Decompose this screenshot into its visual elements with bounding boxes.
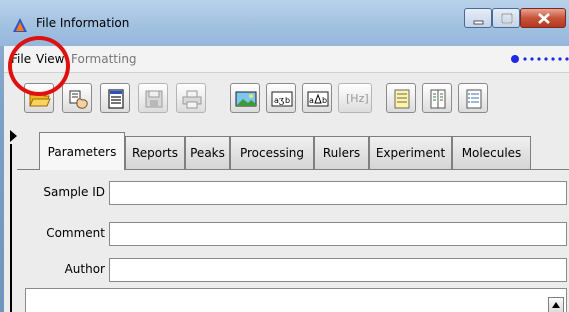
browse-button[interactable]: [62, 83, 92, 113]
window-client: File View Formatting a ʒ b a b [Hz] Para…: [4, 46, 569, 312]
expand-arrow-icon[interactable]: [10, 130, 17, 142]
landscape-image-icon: [235, 91, 257, 107]
tab-rulers[interactable]: Rulers: [314, 136, 369, 170]
document-lines-icon: [108, 89, 124, 109]
menu-bar: File View Formatting: [4, 46, 569, 72]
scroll-up-arrow-icon[interactable]: [548, 297, 564, 312]
hz-label: [Hz]: [346, 92, 369, 105]
hz-units-button[interactable]: [Hz]: [338, 83, 372, 113]
sample-id-label: Sample ID: [43, 185, 105, 199]
save-button[interactable]: [138, 83, 168, 113]
table-yellow-icon: [394, 89, 410, 109]
comment-label: Comment: [46, 226, 105, 240]
tab-peaks[interactable]: Peaks: [185, 136, 230, 170]
svg-text:b: b: [322, 96, 327, 105]
file-info-button[interactable]: [100, 83, 130, 113]
title-bar[interactable]: File Information: [0, 0, 569, 46]
file-information-window: File Information File View Formatting a …: [0, 0, 569, 312]
svg-text:ʒ: ʒ: [279, 96, 284, 106]
abc-label-button[interactable]: a ʒ b: [266, 83, 296, 113]
minimize-icon: [473, 20, 484, 25]
table-view-button[interactable]: [386, 83, 416, 113]
sample-id-input[interactable]: [109, 181, 567, 205]
maximize-button[interactable]: [492, 8, 520, 28]
minimize-button[interactable]: [464, 8, 492, 28]
svg-text:a: a: [309, 96, 314, 105]
browse-hand-icon: [69, 90, 88, 109]
tab-parameters[interactable]: Parameters: [39, 132, 125, 170]
tab-reports[interactable]: Reports: [125, 136, 185, 170]
toolbar: a ʒ b a b [Hz]: [4, 72, 569, 119]
columns-icon: [430, 89, 446, 109]
print-button[interactable]: [176, 83, 206, 113]
columns-view-button[interactable]: [422, 83, 452, 113]
text-abc-icon: a ʒ b: [271, 91, 293, 107]
parameters-panel: Sample ID Comment Author: [17, 169, 569, 312]
author-input[interactable]: [109, 258, 567, 282]
progress-dots-indicator: [511, 55, 569, 63]
tab-experiment[interactable]: Experiment: [369, 136, 452, 170]
maximize-icon: [501, 13, 513, 24]
text-delta-icon: a b: [307, 91, 329, 107]
window-title: File Information: [36, 16, 130, 30]
list-icon: [466, 89, 482, 109]
author-label: Author: [64, 262, 105, 276]
image-button[interactable]: [230, 83, 260, 113]
delta-label-button[interactable]: a b: [302, 83, 332, 113]
comment-input[interactable]: [109, 222, 567, 246]
app-logo-icon: [13, 18, 27, 32]
menu-formatting[interactable]: Formatting: [71, 52, 137, 66]
side-divider: [10, 144, 12, 312]
svg-text:b: b: [285, 96, 290, 105]
close-button[interactable]: [520, 8, 566, 28]
list-view-button[interactable]: [458, 83, 488, 113]
tab-processing[interactable]: Processing: [230, 136, 314, 170]
tab-area: Parameters Reports Peaks Processing Rule…: [4, 118, 569, 312]
printer-icon: [182, 90, 202, 109]
tab-molecules[interactable]: Molecules: [452, 136, 531, 170]
close-icon: [538, 13, 550, 24]
save-disk-icon: [145, 90, 163, 108]
notes-textarea[interactable]: [25, 288, 567, 312]
highlight-circle: [8, 36, 70, 96]
